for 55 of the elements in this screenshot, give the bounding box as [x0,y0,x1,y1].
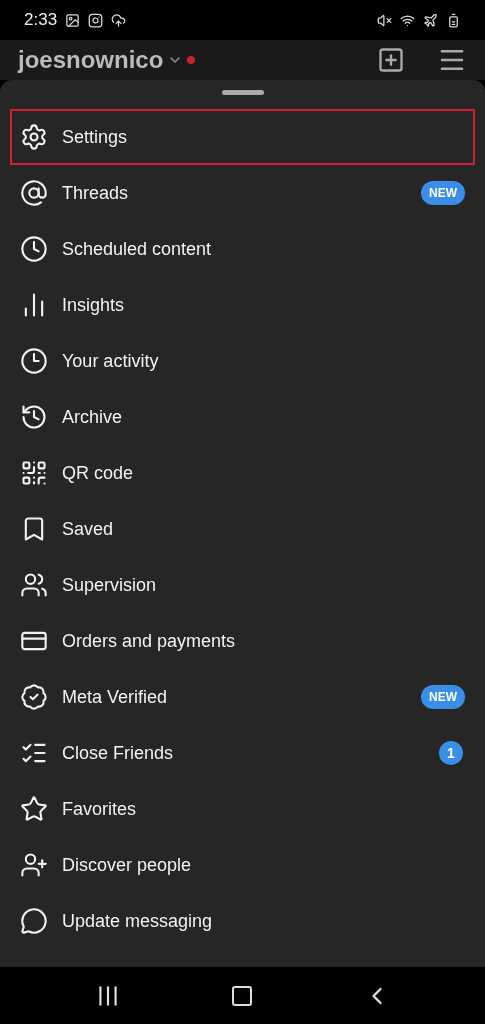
menu-item[interactable]: Favorites [10,781,475,837]
menu-item[interactable]: Update messaging [10,893,475,949]
menu-label: Settings [62,126,129,148]
wifi-icon [400,12,415,28]
menu-label: QR code [62,462,135,484]
menu-label: Insights [62,294,126,316]
menu-label: Close Friends [62,742,175,764]
camera-icon [88,12,104,28]
gear-icon [20,123,48,151]
menu-item[interactable]: Meta Verified NEW [10,669,475,725]
menu-label: Scheduled content [62,238,213,260]
image-icon [65,12,81,28]
menu-label: Saved [62,518,115,540]
menu-label: Orders and payments [62,630,237,652]
add-person-icon [20,851,48,879]
menu-item[interactable]: Discover people [10,837,475,893]
new-badge: NEW [421,685,465,709]
airplane-icon [423,12,438,28]
at-sign-icon [20,179,48,207]
menu-item[interactable]: Threads NEW [10,165,475,221]
message-icon [20,907,48,935]
qr-code-icon [20,459,48,487]
menu-label: Supervision [62,574,158,596]
menu-item[interactable]: Settings [10,109,475,165]
menu-label: Meta Verified [62,686,169,708]
status-time: 2:33 [24,10,58,30]
menu-item[interactable]: Supervision [10,557,475,613]
menu-label: Favorites [62,798,138,820]
cloud-icon [111,12,127,28]
menu-item[interactable]: Scheduled content [10,221,475,277]
menu-item[interactable]: Archive [10,389,475,445]
home-icon[interactable] [229,983,254,1008]
new-badge: NEW [421,181,465,205]
menu-label: Archive [62,406,124,428]
battery-icon [446,12,461,28]
star-icon [20,795,48,823]
drag-handle[interactable] [221,90,264,95]
menu-label: Update messaging [62,910,214,932]
people-icon [20,571,48,599]
menu-item[interactable]: Close Friends 1 [10,725,475,781]
menu-item[interactable]: Saved [10,501,475,557]
menu-item[interactable]: QR code [10,445,475,501]
menu-item[interactable]: Your activity [10,333,475,389]
verified-badge-icon [20,683,48,711]
clock-icon [20,347,48,375]
menu-label: Threads [62,182,130,204]
clock-icon [20,235,48,263]
mute-icon [377,12,392,28]
menu-label: Your activity [62,350,160,372]
menu-label: Discover people [62,854,193,876]
count-badge: 1 [439,741,463,765]
menu-item[interactable]: Insights [10,277,475,333]
plus-icon[interactable] [377,46,405,74]
menu-item[interactable]: Orders and payments [10,613,475,669]
history-icon [20,403,48,431]
